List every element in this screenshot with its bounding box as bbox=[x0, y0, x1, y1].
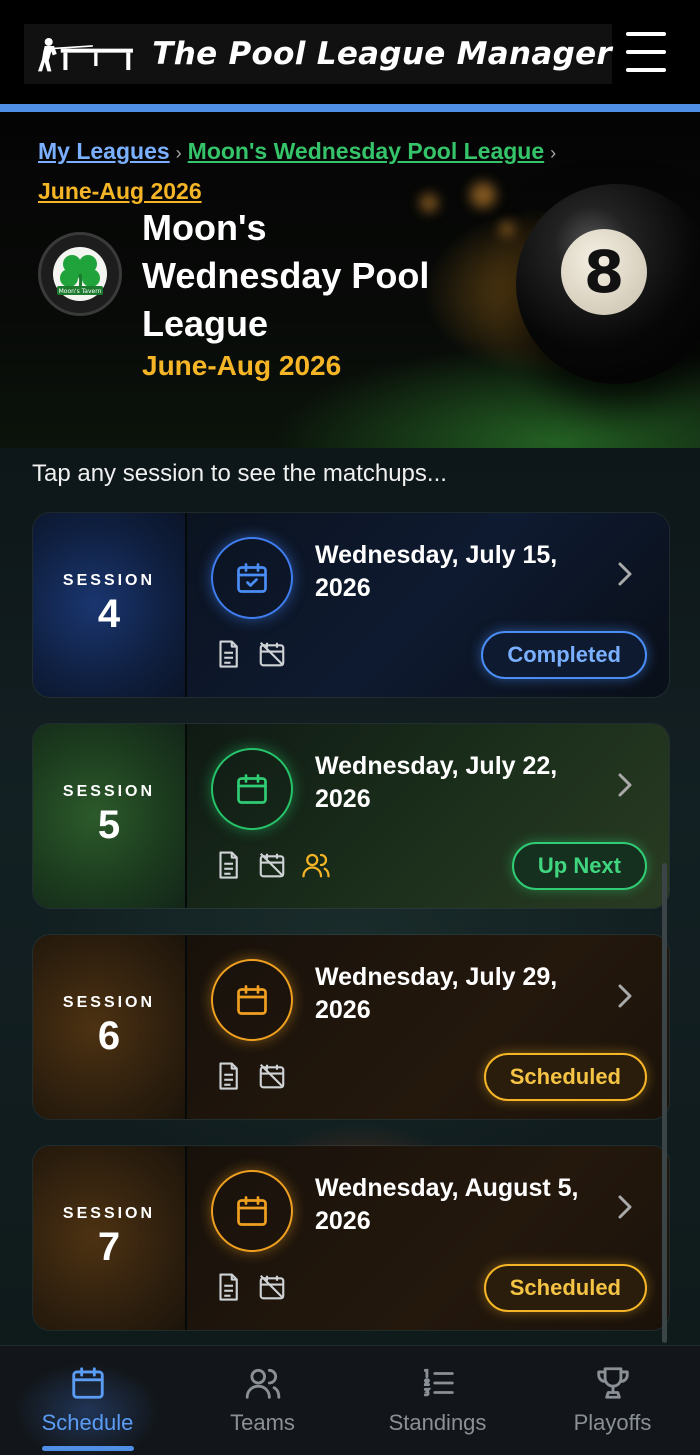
session-icons bbox=[213, 850, 331, 880]
app-header: The Pool League Manager bbox=[0, 0, 700, 104]
session-icons bbox=[213, 639, 287, 669]
league-season: June-Aug 2026 bbox=[142, 350, 342, 381]
session-icons bbox=[213, 1272, 287, 1302]
session-card-7[interactable]: SESSION 7 Wednesday, August 5, 2026 Sche… bbox=[32, 1145, 670, 1331]
session-number: 4 bbox=[97, 592, 121, 636]
chevron-right-icon[interactable] bbox=[615, 561, 635, 587]
active-tab-indicator bbox=[42, 1446, 134, 1451]
status-badge: Scheduled bbox=[483, 1264, 647, 1312]
session-details: Wednesday, July 22, 2026 Up Next bbox=[185, 724, 669, 908]
session-label: SESSION bbox=[62, 1205, 156, 1222]
session-number: 7 bbox=[97, 1225, 121, 1269]
document-icon[interactable] bbox=[213, 639, 243, 669]
session-number-panel: SESSION 4 bbox=[33, 513, 185, 697]
calendar-off-icon[interactable] bbox=[257, 850, 287, 880]
list-ordered-icon bbox=[423, 1368, 454, 1397]
chevron-right-icon[interactable] bbox=[615, 772, 635, 798]
league-title: Moon's Wednesday Pool League bbox=[142, 207, 430, 344]
users-icon bbox=[245, 1368, 280, 1399]
nav-label: Standings bbox=[388, 1410, 487, 1435]
calendar-check-icon bbox=[211, 537, 293, 619]
brand-banner[interactable]: The Pool League Manager bbox=[24, 24, 612, 84]
nav-teams[interactable]: Teams bbox=[175, 1346, 350, 1455]
session-icons bbox=[213, 1061, 287, 1091]
breadcrumb-separator-icon: › bbox=[175, 143, 182, 163]
eight-ball-number: 8 bbox=[561, 229, 647, 315]
nav-label: Playoffs bbox=[573, 1410, 652, 1435]
eight-ball-image: 8 bbox=[516, 184, 700, 384]
svg-text:Moon's Tavern: Moon's Tavern bbox=[59, 288, 102, 295]
chevron-right-icon[interactable] bbox=[615, 983, 635, 1009]
session-details: Wednesday, July 29, 2026 Scheduled bbox=[185, 935, 669, 1119]
nav-label: Teams bbox=[230, 1410, 295, 1435]
sessions-content[interactable]: Tap any session to see the matchups... S… bbox=[0, 448, 700, 1345]
session-date: Wednesday, July 15, 2026 bbox=[315, 541, 558, 602]
calendar-off-icon[interactable] bbox=[257, 639, 287, 669]
breadcrumb-my-leagues[interactable]: My Leagues bbox=[38, 138, 170, 164]
shamrock-logo-icon: Moon's Tavern bbox=[53, 247, 107, 301]
session-number-panel: SESSION 6 bbox=[33, 935, 185, 1119]
session-details: Wednesday, July 15, 2026 Completed bbox=[185, 513, 669, 697]
session-details: Wednesday, August 5, 2026 Scheduled bbox=[185, 1146, 669, 1330]
document-icon[interactable] bbox=[213, 1272, 243, 1302]
calendar-off-icon[interactable] bbox=[257, 1272, 287, 1302]
session-card-4[interactable]: SESSION 4 Wednesday, July 15, 2026 Compl… bbox=[32, 512, 670, 698]
session-number-panel: SESSION 5 bbox=[33, 724, 185, 908]
breadcrumb: My Leagues › Moon's Wednesday Pool League ›… bbox=[38, 132, 598, 210]
session-number-panel: SESSION 7 bbox=[33, 1146, 185, 1330]
nav-schedule[interactable]: Schedule bbox=[0, 1346, 175, 1455]
chevron-right-icon[interactable] bbox=[615, 1194, 635, 1220]
app-title: The Pool League Manager bbox=[152, 36, 612, 72]
document-icon[interactable] bbox=[213, 1061, 243, 1091]
calendar-icon bbox=[211, 748, 293, 830]
users-icon[interactable] bbox=[301, 850, 331, 880]
session-label: SESSION bbox=[62, 994, 156, 1011]
session-date: Wednesday, July 29, 2026 bbox=[315, 963, 558, 1024]
breadcrumb-season[interactable]: June-Aug 2026 bbox=[38, 178, 202, 204]
session-date: Wednesday, July 22, 2026 bbox=[315, 752, 558, 813]
header-accent-line bbox=[0, 104, 700, 112]
calendar-icon bbox=[211, 1170, 293, 1252]
calendar-off-icon[interactable] bbox=[257, 1061, 287, 1091]
session-card-5[interactable]: SESSION 5 Wednesday, July 22, 2026 Up Ne… bbox=[32, 723, 670, 909]
scrollbar[interactable] bbox=[662, 863, 667, 1343]
pool-player-logo-icon bbox=[38, 37, 133, 72]
document-icon[interactable] bbox=[213, 850, 243, 880]
league-logo: Moon's Tavern bbox=[38, 232, 122, 316]
session-number: 6 bbox=[97, 1014, 121, 1058]
breadcrumb-league[interactable]: Moon's Wednesday Pool League bbox=[188, 138, 545, 164]
breadcrumb-separator-icon: › bbox=[550, 143, 557, 163]
sessions-hint: Tap any session to see the matchups... bbox=[32, 460, 447, 487]
league-hero: 8 My Leagues › Moon's Wednesday Pool Leagu… bbox=[0, 112, 700, 448]
session-number: 5 bbox=[97, 803, 121, 847]
bokeh-light bbox=[500, 222, 514, 236]
calendar-icon bbox=[211, 959, 293, 1041]
nav-playoffs[interactable]: Playoffs bbox=[525, 1346, 700, 1455]
session-card-6[interactable]: SESSION 6 Wednesday, July 29, 2026 Sched… bbox=[32, 934, 670, 1120]
status-badge: Up Next bbox=[511, 842, 647, 890]
session-label: SESSION bbox=[62, 783, 156, 800]
status-badge: Scheduled bbox=[483, 1053, 647, 1101]
session-date: Wednesday, August 5, 2026 bbox=[315, 1174, 579, 1235]
session-label: SESSION bbox=[62, 572, 156, 589]
hamburger-menu-icon[interactable] bbox=[624, 30, 668, 74]
nav-standings[interactable]: Standings bbox=[350, 1346, 525, 1455]
calendar-icon bbox=[71, 1367, 104, 1399]
trophy-icon bbox=[596, 1367, 629, 1399]
status-badge: Completed bbox=[481, 631, 647, 679]
bottom-nav: Schedule Teams Standings Playoffs bbox=[0, 1345, 700, 1455]
nav-label: Schedule bbox=[41, 1410, 134, 1435]
